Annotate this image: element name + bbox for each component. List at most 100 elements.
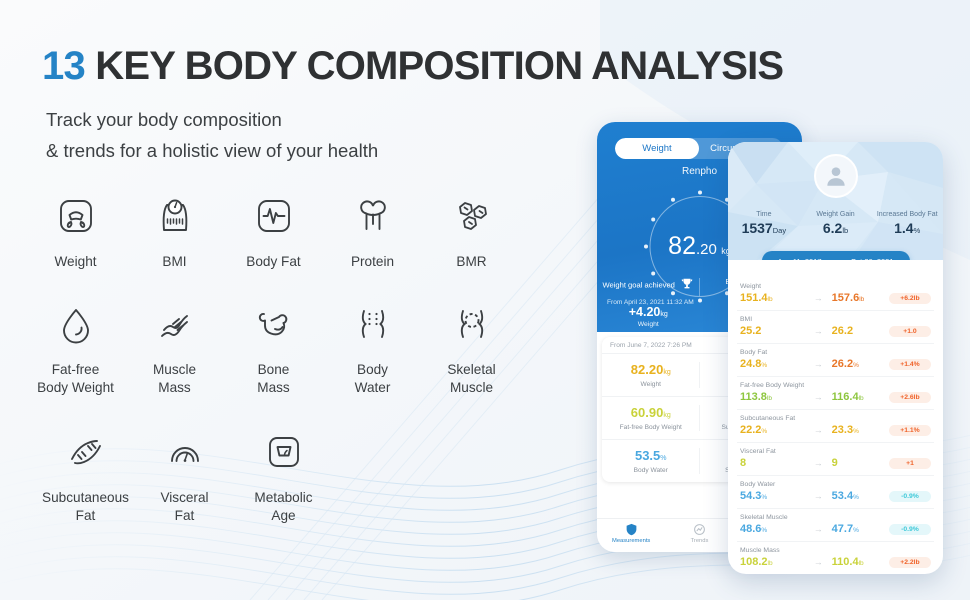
user-avatar-icon — [813, 154, 858, 198]
range-to: Oct 26, 2021 — [851, 257, 894, 261]
date-range-selector[interactable]: Aug 11, 2017 → Oct 26, 2021 — [761, 251, 910, 261]
stat-time-label: Time — [756, 211, 772, 218]
row-to-value: 23.3 — [831, 424, 854, 436]
table-row[interactable]: Visceral Fat 8 → 9 +1 — [737, 443, 934, 476]
row-from-unit: % — [761, 527, 768, 534]
comparison-table: Weight 151.4lb → 157.6lb +6.2lb BMI 25.2… — [728, 260, 943, 574]
stat-weight-gain-value: 6.2 — [822, 220, 843, 236]
nav-measurements[interactable]: Measurements — [597, 519, 665, 552]
metric-tile[interactable]: 53.5% Body Water — [602, 439, 700, 482]
table-row[interactable]: Subcutaneous Fat 22.2% → 23.3% +1.1% — [737, 410, 934, 443]
delta-weight-label: Weight — [637, 321, 659, 328]
row-label: Body Fat — [740, 349, 768, 356]
nav-trends[interactable]: Trends — [665, 519, 733, 552]
table-row[interactable]: Body Water 54.3% → 53.4% -0.9% — [737, 476, 934, 509]
row-label: Fat-free Body Weight — [740, 382, 805, 389]
row-from-value: 22.2 — [740, 424, 762, 436]
stat-weight-gain: Weight Gain 6.2lb — [800, 211, 872, 236]
shield-icon — [597, 523, 665, 538]
row-from-unit: lb — [767, 560, 773, 567]
nav-trends-label: Trends — [690, 538, 709, 544]
row-from-value: 24.8 — [740, 358, 762, 370]
stat-weight-gain-label: Weight Gain — [816, 211, 855, 218]
range-from: Aug 11, 2017 — [777, 257, 821, 261]
row-to-value: 47.7 — [831, 523, 854, 535]
row-from-value: 113.8 — [740, 391, 767, 403]
metric-label: Fat-free Body Weight — [619, 424, 682, 431]
row-delta-badge: +1 — [888, 457, 931, 469]
table-row[interactable]: BMI 25.2 → 26.2 +1.0 — [737, 311, 934, 344]
arrow-icon: → — [813, 359, 823, 369]
row-label: Muscle Mass — [740, 547, 780, 554]
arrow-icon: → — [813, 326, 823, 336]
metric-unit: % — [660, 455, 667, 462]
metric-unit: kg — [663, 369, 671, 376]
row-to-unit: lb — [858, 395, 864, 402]
table-row[interactable]: Skeletal Muscle 48.6% → 47.7% -0.9% — [737, 509, 934, 542]
summary-stats: Time 1537Day Weight Gain 6.2lb Increased… — [728, 211, 943, 236]
table-row[interactable]: Body Fat 24.8% → 26.2% +1.4% — [737, 344, 934, 377]
row-label: Skeletal Muscle — [740, 514, 788, 521]
metric-value: 53.5 — [634, 448, 661, 463]
stat-body-fat-value: 1.4 — [894, 220, 914, 236]
phone-mockup-comparison: Time 1537Day Weight Gain 6.2lb Increased… — [728, 142, 943, 574]
stat-body-fat-label: Increased Body Fat — [876, 211, 938, 218]
tab-weight[interactable]: Weight — [615, 138, 699, 159]
app-screenshots: Weight Circumference Renpho 82.20 kg — [0, 0, 970, 600]
table-row[interactable]: Muscle Mass 108.2lb → 110.4lb +2.2lb — [737, 542, 934, 574]
table-row[interactable]: Fat-free Body Weight 113.8lb → 116.4lb +… — [737, 377, 934, 410]
arrow-icon: → — [813, 557, 823, 567]
row-from-value: 8 — [740, 457, 747, 469]
row-to-value: 53.4 — [831, 490, 854, 502]
delta-weight-value: +4.20 — [628, 305, 661, 319]
metric-tile[interactable]: 82.20kg Weight — [602, 353, 700, 396]
row-from-value: 108.2 — [740, 556, 768, 568]
table-row[interactable]: Weight 151.4lb → 157.6lb +6.2lb — [737, 278, 934, 311]
row-delta-badge: +6.2lb — [888, 292, 931, 304]
nav-measurements-label: Measurements — [611, 538, 651, 544]
arrow-icon: → — [813, 392, 823, 402]
row-from-value: 25.2 — [740, 325, 762, 337]
row-from-unit: lb — [766, 395, 772, 402]
row-from-unit: % — [761, 428, 768, 435]
stat-increased-body-fat: Increased Body Fat 1.4% — [871, 211, 943, 236]
row-to-unit: % — [853, 527, 859, 534]
row-to-value: 116.4 — [831, 391, 859, 403]
row-delta-badge: +2.6lb — [888, 391, 931, 403]
trophy-icon — [680, 277, 694, 294]
row-from-value: 151.4 — [740, 292, 768, 304]
metric-label: Body Water — [633, 467, 668, 474]
stat-weight-gain-unit: lb — [842, 226, 849, 235]
row-delta-badge: -0.9% — [888, 490, 931, 502]
row-from-value: 54.3 — [740, 490, 762, 502]
row-delta-badge: +1.4% — [888, 358, 931, 370]
arrow-icon: → — [813, 293, 823, 303]
goal-weight-label: Weight goal achieved — [602, 280, 675, 290]
row-from-value: 48.6 — [740, 523, 762, 535]
row-delta-badge: +2.2lb — [888, 556, 931, 568]
goal-weight: Weight goal achieved — [597, 277, 700, 296]
row-delta-badge: +1.0 — [888, 325, 931, 337]
metric-tile[interactable]: 60.90kg Fat-free Body Weight — [602, 396, 700, 439]
stat-time-unit: Day — [772, 226, 787, 235]
metric-value: 82.20 — [630, 362, 664, 377]
arrow-icon: → — [813, 524, 823, 534]
row-to-unit: % — [853, 428, 859, 435]
arrow-right-icon: → — [832, 256, 841, 260]
row-label: Subcutaneous Fat — [740, 415, 796, 422]
row-label: Weight — [740, 283, 762, 290]
weight-whole: 82 — [668, 232, 696, 260]
row-to-value: 157.6 — [831, 292, 860, 304]
metric-label: Weight — [640, 381, 661, 388]
row-to-value: 110.4 — [831, 556, 859, 568]
row-to-unit: lb — [859, 296, 865, 303]
weight-decimal: .20 — [695, 241, 717, 258]
row-to-value: 26.2 — [831, 358, 854, 370]
row-from-unit: lb — [767, 296, 773, 303]
row-to-unit: lb — [858, 560, 864, 567]
metric-value: 60.90 — [630, 405, 664, 420]
stat-time-value: 1537 — [741, 220, 773, 236]
delta-weight: +4.20kg Weight — [597, 303, 700, 328]
comparison-hero-panel: Time 1537Day Weight Gain 6.2lb Increased… — [728, 142, 943, 260]
arrow-icon: → — [813, 458, 823, 468]
